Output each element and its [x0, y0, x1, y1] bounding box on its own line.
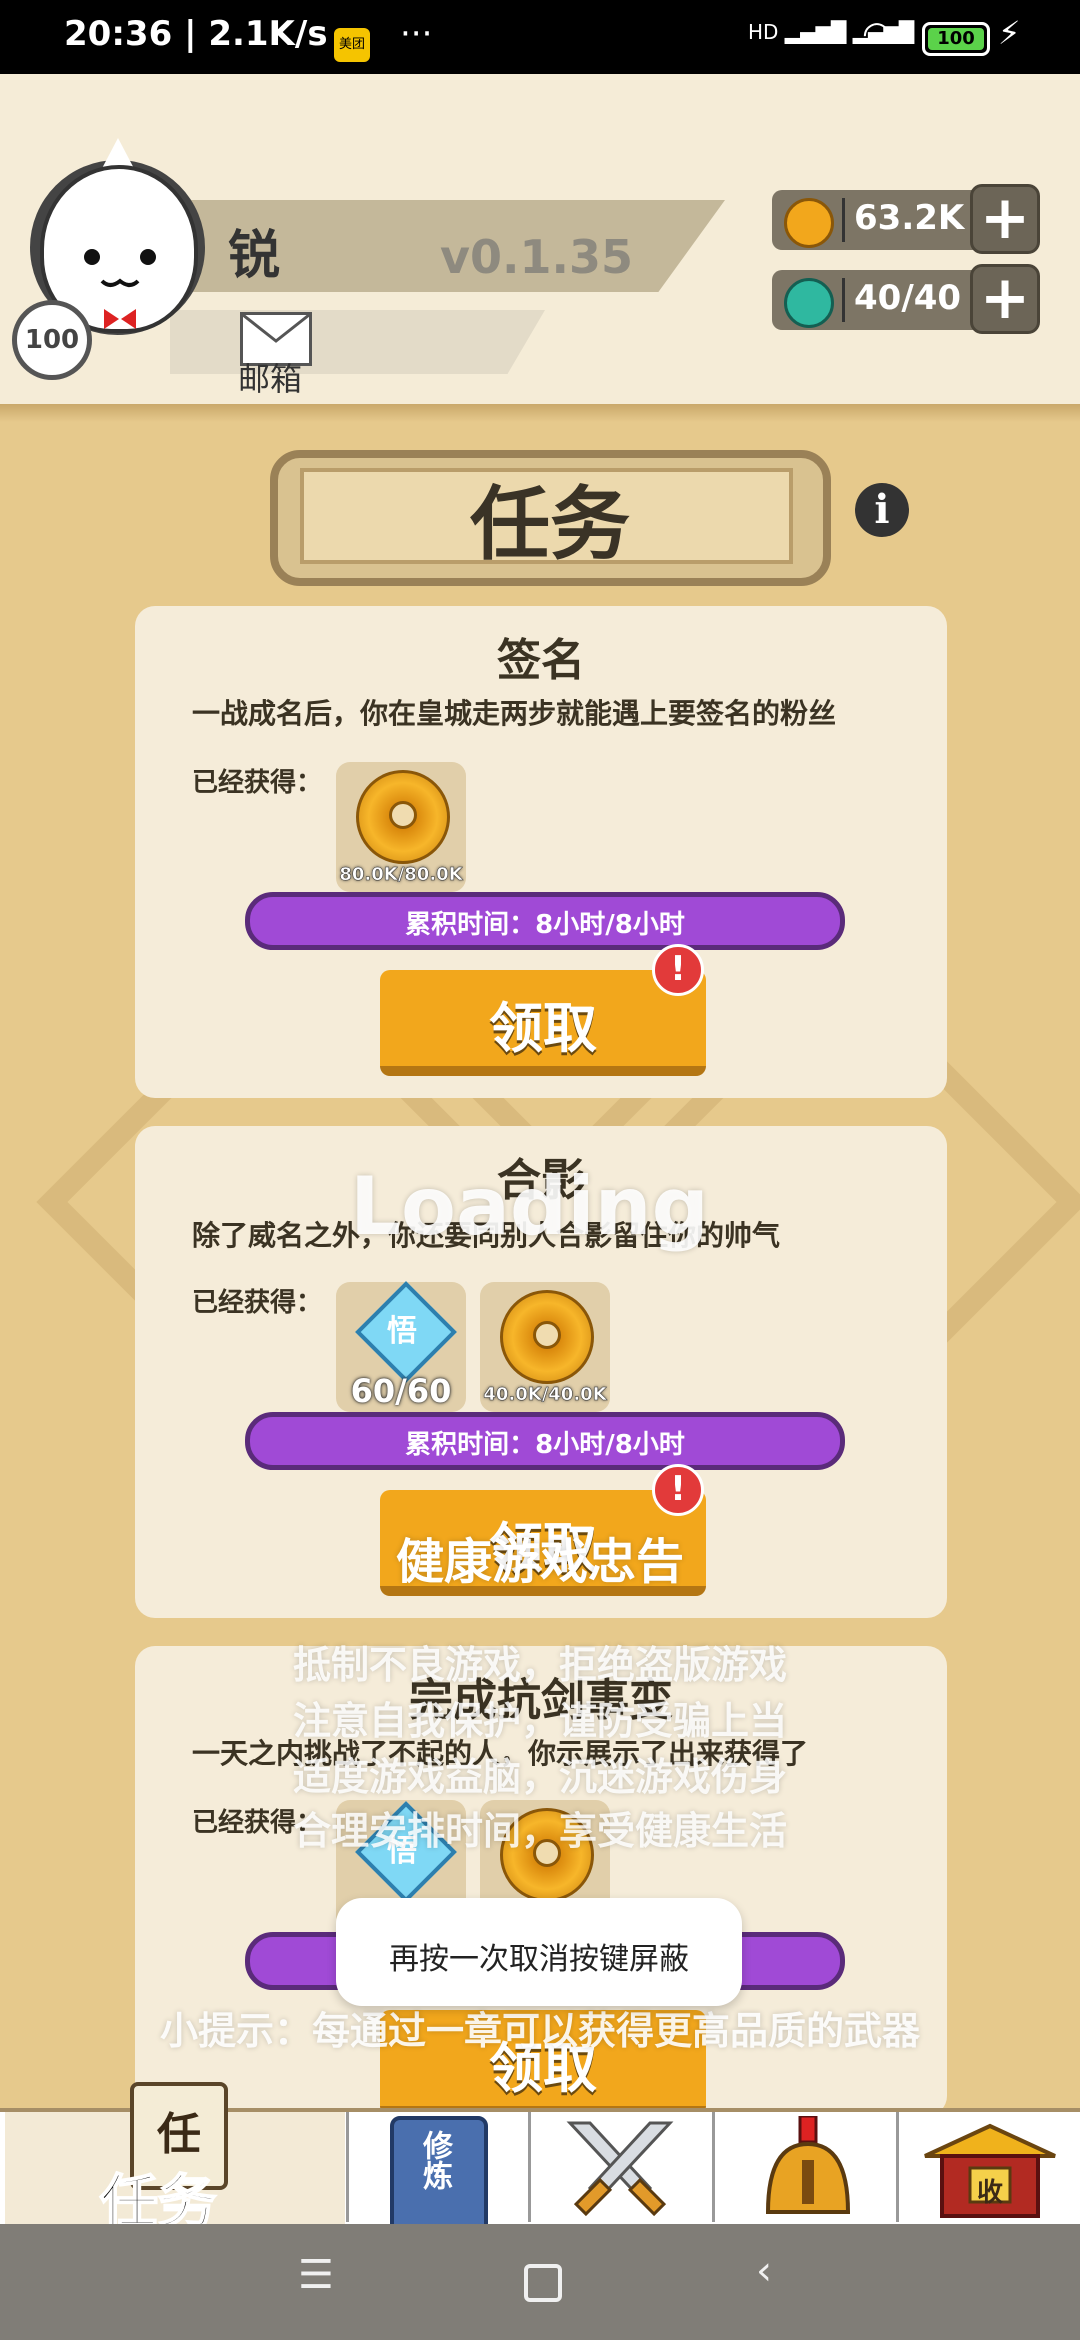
tip-text: 小提示：每通过一章可以获得更高品质的武器: [159, 2009, 920, 2053]
add-gold-button[interactable]: +: [970, 184, 1040, 254]
task-title: 签名: [497, 635, 585, 686]
level-badge: 100: [12, 300, 92, 380]
meituan-app-icon: 美团: [334, 28, 370, 62]
toast-message: 再按一次取消按键屏蔽: [389, 1942, 689, 1977]
header-divider: [0, 404, 1080, 422]
training-book-text: 修炼: [417, 2130, 452, 2190]
health-notice-title: 健康游戏忠告: [395, 1534, 684, 1590]
reward-count: 80.0K/80.0K: [339, 864, 463, 886]
task-scroll-icon-char[interactable]: 任: [130, 2098, 228, 2162]
coin-icon: [784, 198, 834, 248]
health-notice-line: 注意自我保护，谨防受骗上当: [292, 1699, 787, 1743]
nav-divider: [528, 2112, 531, 2222]
nav-divider: [896, 2112, 899, 2222]
nav-tab-collect-house-icon[interactable]: 收: [920, 2116, 1060, 2218]
nav-divider: [346, 2112, 349, 2222]
collect-house-text: 收: [976, 2178, 1003, 2208]
back-icon[interactable]: ‹: [756, 2248, 772, 2294]
energy-drop-icon: [784, 278, 834, 328]
status-bar: 20:36 | 2.1K/s 美团 ··· HD ▂▄▆█ ▂▄▆█ ◠ 100…: [0, 0, 1080, 74]
coin-icon: [500, 1290, 594, 1384]
menu-icon[interactable]: ☰: [298, 2252, 334, 2298]
add-energy-button[interactable]: +: [970, 264, 1040, 334]
info-icon[interactable]: i: [855, 483, 909, 537]
nav-tab-battle-swords-icon[interactable]: [560, 2118, 674, 2217]
alert-badge-icon: !: [652, 944, 704, 996]
version-label: v0.1.35: [440, 230, 633, 284]
loading-text: Loading: [350, 1160, 709, 1253]
nav-divider: [712, 2112, 715, 2222]
claim-button-label[interactable]: 领取: [380, 984, 706, 1063]
nav-tab-helmet-icon[interactable]: [758, 2114, 854, 2214]
energy-amount: 40/40: [854, 278, 962, 318]
gold-amount: 63.2K: [854, 198, 965, 238]
obtained-label: 已经获得：: [192, 1288, 323, 1318]
battery-icon: 100: [922, 22, 990, 56]
mail-plate: [170, 310, 545, 374]
progress-text: 累积时间：8小时/8小时: [405, 910, 685, 940]
coin-icon: [356, 770, 450, 864]
health-notice-line: 合理安排时间，享受健康生活: [292, 1809, 787, 1853]
reward-count: 40.0K/40.0K: [483, 1384, 607, 1406]
mailbox-button-label[interactable]: 邮箱: [238, 354, 302, 400]
player-name: 锐: [228, 226, 281, 286]
home-icon[interactable]: [524, 2264, 562, 2302]
health-notice-line: 适度游戏益脑，沉迷游戏伤身: [292, 1755, 787, 1799]
gem-label: 悟: [387, 1314, 417, 1349]
task-description: 一战成名后，你在皇城走两步就能遇上要签名的粉丝: [192, 697, 837, 730]
progress-text: 累积时间：8小时/8小时: [405, 1430, 685, 1460]
reward-count: 60/60: [350, 1372, 452, 1410]
page-title: 任务: [470, 478, 630, 571]
charging-icon: ⚡: [998, 14, 1021, 52]
health-notice-line: 抵制不良游戏，拒绝盗版游戏: [292, 1643, 787, 1687]
nav-tab-training-icon[interactable]: 修炼: [390, 2116, 488, 2238]
alert-badge-icon: !: [652, 1464, 704, 1516]
status-time: 20:36 | 2.1K/s: [64, 14, 328, 54]
wifi-icon: ◠: [862, 14, 892, 54]
obtained-label: 已经获得：: [192, 768, 323, 798]
more-notifications-icon: ···: [400, 14, 433, 54]
